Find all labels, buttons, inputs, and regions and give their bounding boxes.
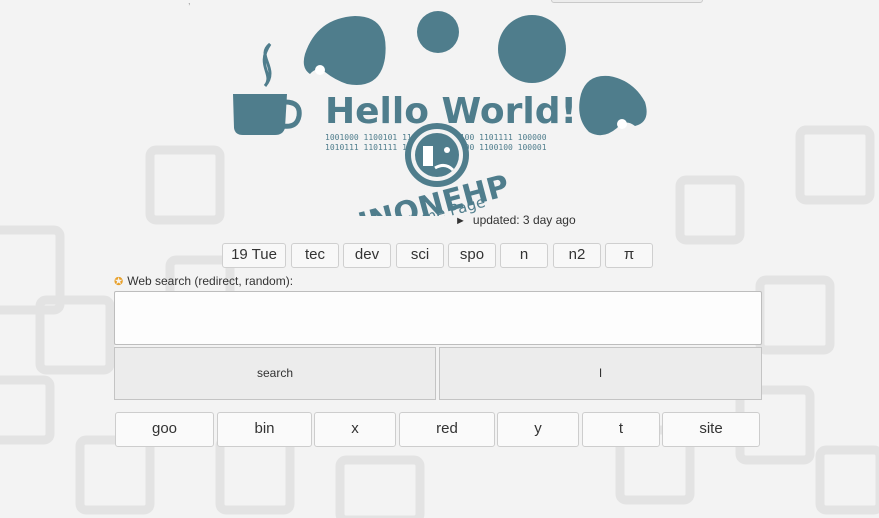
tab-tec[interactable]: tec bbox=[291, 243, 339, 268]
tab-n[interactable]: n bbox=[500, 243, 548, 268]
engine-y-button[interactable]: y bbox=[497, 412, 579, 447]
tab-sci[interactable]: sci bbox=[396, 243, 444, 268]
engine-red-button[interactable]: red bbox=[399, 412, 495, 447]
random-button[interactable]: I bbox=[439, 347, 762, 400]
search-button[interactable]: search bbox=[114, 347, 436, 400]
logo-title: Hello World! bbox=[325, 91, 577, 132]
blob-shape-right bbox=[579, 75, 647, 136]
updated-text: updated: 3 day ago bbox=[472, 213, 576, 227]
tab-spo[interactable]: spo bbox=[448, 243, 496, 268]
search-label: ✪ Web search (redirect, random): bbox=[114, 274, 294, 288]
tab-pi[interactable]: π bbox=[605, 243, 653, 268]
engine-t-button[interactable]: t bbox=[582, 412, 660, 447]
engine-x-button[interactable]: x bbox=[314, 412, 396, 447]
play-arrow-icon[interactable]: ► bbox=[455, 215, 466, 227]
tab-date[interactable]: 19 Tue bbox=[222, 243, 286, 268]
engine-goo-button[interactable]: goo bbox=[115, 412, 214, 447]
updated-status: ► updated: 3 day ago bbox=[455, 213, 576, 227]
hello-world-logo[interactable]: Hello World! 1001000 1100101 1101100 110… bbox=[225, 8, 655, 216]
engine-site-button[interactable]: site bbox=[662, 412, 760, 447]
tab-dev[interactable]: dev bbox=[343, 243, 391, 268]
search-input[interactable] bbox=[114, 291, 762, 345]
top-cutoff-box bbox=[551, 0, 703, 3]
coffee-cup-icon bbox=[233, 94, 287, 135]
cup-steam-icon bbox=[262, 42, 272, 87]
star-icon: ✪ bbox=[114, 276, 124, 288]
blob-shape-left bbox=[303, 16, 386, 85]
tab-n2[interactable]: n2 bbox=[553, 243, 601, 268]
engine-bin-button[interactable]: bin bbox=[217, 412, 312, 447]
top-cutoff-mark: , bbox=[188, 0, 191, 6]
